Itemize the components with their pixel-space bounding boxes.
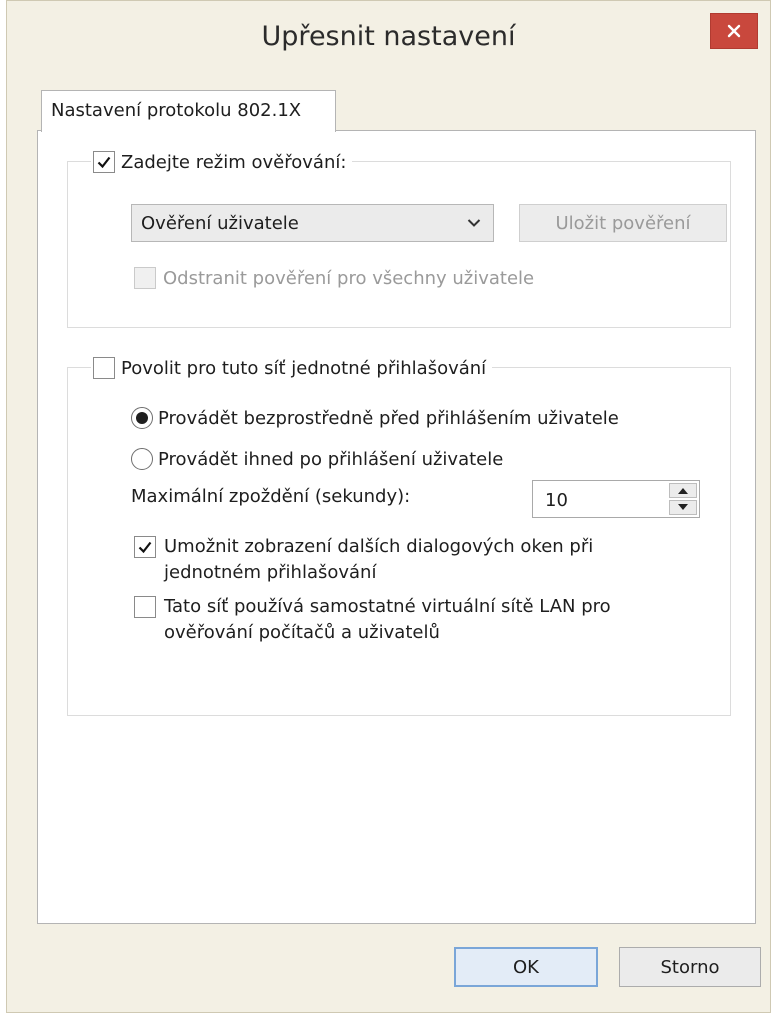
sso-legend: Povolit pro tuto síť jednotné přihlašová… (91, 355, 493, 381)
remove-credentials-row: Odstranit pověření pro všechny uživatele (134, 267, 534, 289)
chevron-down-icon (467, 219, 481, 227)
vlan-row: Tato síť používá samostatné virtuální sí… (134, 594, 611, 646)
dialogs-label-line2: jednotném přihlašování (164, 562, 377, 583)
radio-before-row[interactable]: Provádět bezprostředně před přihlášením … (131, 407, 619, 429)
arrow-down-icon (678, 504, 688, 510)
auth-mode-checkbox[interactable] (93, 151, 115, 173)
tab-8021x[interactable]: Nastavení protokolu 802.1X (41, 90, 336, 132)
checkmark-icon (97, 156, 111, 169)
max-delay-value: 10 (545, 490, 568, 511)
vlan-checkbox[interactable] (134, 596, 156, 618)
auth-mode-group (67, 161, 731, 328)
dialogs-label: Umožnit zobrazení dalších dialogových ok… (164, 534, 593, 586)
radio-after-label: Provádět ihned po přihlášení uživatele (158, 448, 504, 470)
dialogs-label-line1: Umožnit zobrazení dalších dialogových ok… (164, 536, 594, 557)
spinner-arrows (669, 483, 697, 515)
remove-credentials-label: Odstranit pověření pro všechny uživatele (163, 267, 535, 289)
dialog-window: Upřesnit nastavení Nastavení protokolu 8… (6, 0, 771, 1013)
sso-label: Povolit pro tuto síť jednotné přihlašová… (121, 357, 487, 379)
cancel-button[interactable]: Storno (619, 947, 761, 987)
radio-before[interactable] (131, 407, 153, 429)
radio-after-row[interactable]: Provádět ihned po přihlášení uživatele (131, 448, 503, 470)
save-credentials-button[interactable]: Uložit pověření (519, 204, 727, 242)
radio-after[interactable] (131, 448, 153, 470)
close-button[interactable] (710, 13, 758, 49)
sso-checkbox[interactable] (93, 357, 115, 379)
vlan-label-line2: ověřování počítačů a uživatelů (164, 622, 440, 643)
close-icon (727, 24, 741, 38)
radio-selected-dot (136, 412, 148, 424)
auth-mode-legend: Zadejte režim ověřování: (91, 149, 353, 175)
spinner-up-button[interactable] (669, 483, 697, 498)
auth-mode-value: Ověření uživatele (141, 213, 299, 234)
checkmark-icon (138, 541, 152, 554)
max-delay-spinner[interactable]: 10 (532, 480, 700, 518)
window-title: Upřesnit nastavení (261, 21, 516, 52)
vlan-label-line1: Tato síť používá samostatné virtuální sí… (164, 596, 611, 617)
auth-mode-select[interactable]: Ověření uživatele (131, 204, 494, 242)
auth-mode-label: Zadejte režim ověřování: (121, 151, 347, 173)
dialogs-checkbox[interactable] (134, 536, 156, 558)
tab-label: Nastavení protokolu 802.1X (51, 100, 302, 121)
ok-button[interactable]: OK (454, 947, 598, 987)
vlan-label: Tato síť používá samostatné virtuální sí… (164, 594, 611, 646)
radio-before-label: Provádět bezprostředně před přihlášením … (158, 407, 619, 429)
spinner-down-button[interactable] (669, 500, 697, 515)
dialogs-row: Umožnit zobrazení dalších dialogových ok… (134, 534, 593, 586)
title-bar[interactable]: Upřesnit nastavení (7, 1, 770, 87)
arrow-up-icon (678, 488, 688, 494)
max-delay-label: Maximální zpoždění (sekundy): (131, 486, 411, 507)
remove-credentials-checkbox[interactable] (134, 267, 156, 289)
